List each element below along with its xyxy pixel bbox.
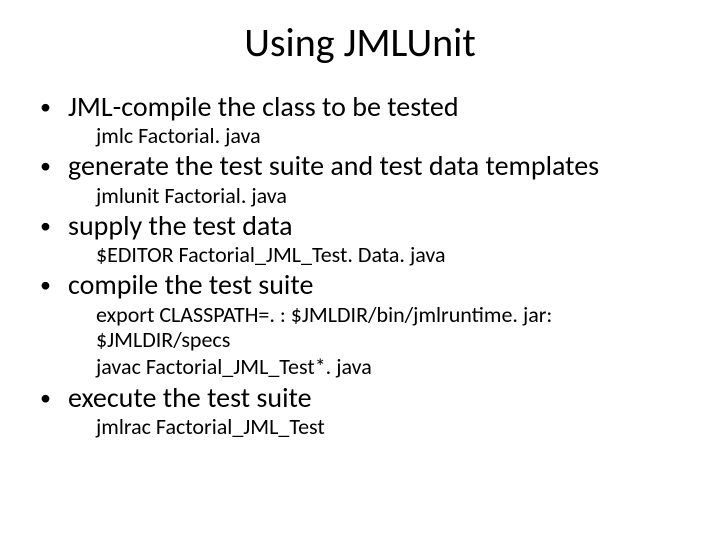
bullet-dot-icon: • <box>40 153 68 178</box>
bullet-text: compile the test suite <box>68 269 313 301</box>
slide-title: Using JMLUnit <box>40 18 680 67</box>
list-item: • execute the test suite jmlrac Factoria… <box>40 382 680 439</box>
sub-item: jmlunit Factorial. java <box>96 183 680 208</box>
sub-item: jmlrac Factorial_JML_Test <box>96 414 680 439</box>
sub-item: javac Factorial_JML_Test*. java <box>96 354 680 379</box>
bullet-dot-icon: • <box>40 213 68 238</box>
bullet-text: execute the test suite <box>68 382 312 414</box>
list-item: • compile the test suite export CLASSPAT… <box>40 269 680 379</box>
slide: Using JMLUnit • JML-compile the class to… <box>0 0 720 540</box>
sub-item: jmlc Factorial. java <box>96 123 680 148</box>
list-item: • supply the test data $EDITOR Factorial… <box>40 210 680 267</box>
bullet-dot-icon: • <box>40 272 68 297</box>
sub-item: export CLASSPATH=. : $JMLDIR/bin/jmlrunt… <box>96 302 680 353</box>
list-item: • JML-compile the class to be tested jml… <box>40 91 680 148</box>
bullet-list: • JML-compile the class to be tested jml… <box>40 91 680 439</box>
bullet-text: supply the test data <box>68 210 293 242</box>
bullet-dot-icon: • <box>40 385 68 410</box>
bullet-text: generate the test suite and test data te… <box>68 150 599 182</box>
sub-item: $EDITOR Factorial_JML_Test. Data. java <box>96 242 680 267</box>
bullet-text: JML-compile the class to be tested <box>68 91 459 123</box>
list-item: • generate the test suite and test data … <box>40 150 680 207</box>
bullet-dot-icon: • <box>40 94 68 119</box>
